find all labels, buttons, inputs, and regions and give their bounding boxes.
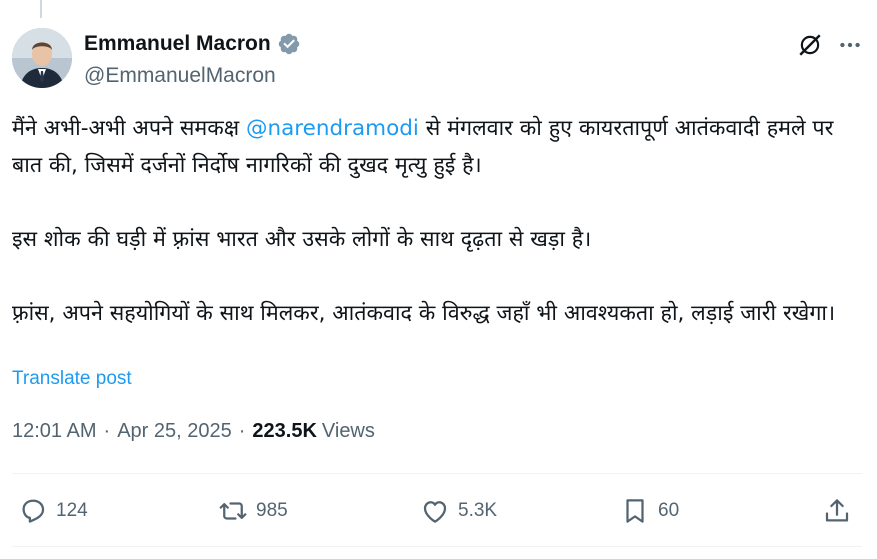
reply-count: 124: [56, 500, 88, 521]
mention-link[interactable]: @narendramodi: [246, 116, 419, 141]
author-handle[interactable]: @EmmanuelMacron: [84, 64, 276, 88]
repost-icon: [219, 502, 247, 520]
repost-button[interactable]: 985: [218, 490, 288, 532]
tweet-metadata: 12:01 AM · Apr 25, 2025 · 223.5K Views: [12, 420, 375, 443]
divider: [12, 473, 862, 474]
divider: [12, 546, 862, 547]
tweet-paragraph-1: मैंने अभी-अभी अपने समकक्ष @narendramodi …: [12, 110, 862, 184]
author-name[interactable]: Emmanuel Macron: [84, 32, 271, 56]
tweet-paragraph-2: इस शोक की घड़ी में फ़्रांस भारत और उसके …: [12, 227, 592, 252]
grok-icon[interactable]: [797, 32, 823, 58]
thread-line: [40, 0, 42, 18]
author-name-row: Emmanuel Macron: [84, 32, 301, 56]
share-button[interactable]: [822, 490, 852, 532]
bookmark-button[interactable]: 60: [620, 490, 679, 532]
tweet-text-part: मैंने अभी-अभी अपने समकक्ष: [12, 116, 246, 141]
share-icon: [825, 499, 849, 522]
tweet-text: मैंने अभी-अभी अपने समकक्ष @narendramodi …: [12, 110, 862, 332]
views-count: 223.5K: [252, 420, 317, 442]
tweet-header: Emmanuel Macron @EmmanuelMacron: [12, 28, 865, 92]
like-button[interactable]: 5.3K: [420, 490, 497, 532]
reply-icon: [22, 499, 45, 523]
meta-separator: ·: [103, 420, 111, 442]
tweet-time[interactable]: 12:01 AM: [12, 420, 97, 443]
verified-icon: [278, 33, 299, 55]
like-icon: [423, 501, 447, 523]
views-label: Views: [321, 420, 375, 442]
meta-separator: ·: [238, 420, 246, 442]
action-bar: 124 985 5.3K 60: [12, 490, 862, 532]
translate-post-link[interactable]: Translate post: [12, 368, 132, 390]
repost-count: 985: [256, 500, 288, 521]
tweet-date[interactable]: Apr 25, 2025: [117, 420, 232, 443]
reply-button[interactable]: 124: [18, 490, 88, 532]
like-count: 5.3K: [458, 500, 498, 521]
tweet-paragraph-3: फ़्रांस, अपने सहयोगियों के साथ मिलकर, आत…: [12, 301, 836, 326]
avatar[interactable]: [12, 28, 72, 88]
bookmark-icon: [626, 499, 644, 523]
bookmark-count: 60: [658, 500, 680, 521]
avatar-image: [12, 28, 72, 88]
more-icon[interactable]: [837, 32, 863, 58]
